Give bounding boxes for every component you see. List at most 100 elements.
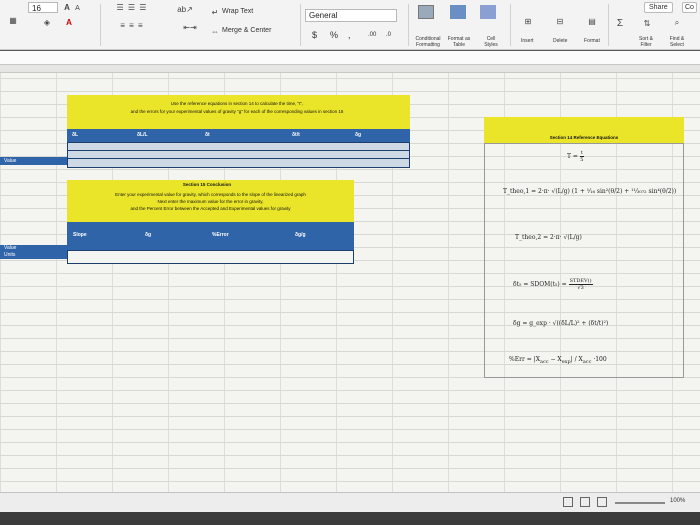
bottom-table-column-header-row: Slope δg %Error δg/g bbox=[67, 222, 354, 250]
status-bar: 100% bbox=[0, 492, 700, 512]
merge-icon: ⇔ bbox=[211, 26, 219, 36]
equation-period: T = t5 bbox=[567, 150, 584, 163]
cell-styles-icon[interactable] bbox=[480, 5, 496, 19]
reference-panel-title: Section 14 Reference Equations bbox=[549, 135, 619, 140]
table-row[interactable] bbox=[68, 143, 409, 151]
column-header: δL bbox=[72, 132, 79, 138]
find-select-icon[interactable]: ⌕ bbox=[670, 17, 684, 29]
number-format-dropdown[interactable]: General bbox=[305, 9, 397, 22]
format-button[interactable]: Format bbox=[584, 38, 600, 44]
top-table-data-area bbox=[67, 142, 410, 168]
equation-percent-error-lhs: %Err = bbox=[509, 356, 532, 363]
orientation-icon[interactable]: ab↗ bbox=[177, 4, 193, 14]
equation-sdom: δt₅ = SDOM(t₅) = STDEV() √3 bbox=[513, 278, 593, 291]
column-header: δt bbox=[205, 132, 210, 138]
comments-button[interactable]: Co bbox=[682, 2, 697, 13]
top-table-title-line1: Use the reference equations in section 1… bbox=[170, 101, 304, 106]
fill-color-icon[interactable]: ◈ bbox=[40, 16, 54, 28]
equation-percent-error-tail: ·100 bbox=[593, 356, 607, 363]
equation-period-num: t bbox=[579, 150, 584, 157]
section-15-title: Section 15 Conclusion bbox=[182, 182, 232, 187]
column-header: δg bbox=[145, 232, 152, 238]
side-label-units: Units bbox=[4, 252, 16, 258]
format-as-table-button[interactable]: Format as Table bbox=[445, 36, 473, 48]
top-table-title-line2: and the errors for your experimental val… bbox=[130, 109, 344, 114]
sheet-tabs-bar bbox=[0, 512, 700, 525]
zoom-level[interactable]: 100% bbox=[670, 498, 685, 504]
equation-dg: δg = g_exp · √((δL/L)² + (δt/t)²) bbox=[513, 320, 609, 327]
format-cells-icon[interactable]: ▤ bbox=[584, 14, 600, 28]
equation-sdom-num: STDEV() bbox=[568, 278, 593, 285]
grow-font-button[interactable]: A bbox=[62, 2, 72, 13]
delete-button[interactable]: Delete bbox=[553, 38, 567, 44]
column-header: %Error bbox=[212, 232, 229, 238]
side-label-value: Value bbox=[4, 158, 17, 164]
page-break-icon[interactable] bbox=[597, 497, 607, 507]
format-as-table-icon[interactable] bbox=[450, 5, 466, 19]
page-layout-icon[interactable] bbox=[580, 497, 590, 507]
equation-theoretical-2: T_theo,2 = 2·π· √(L/g) bbox=[515, 234, 582, 241]
cell-styles-button[interactable]: Cell Styles bbox=[480, 36, 502, 48]
column-header: δt/t bbox=[292, 132, 300, 138]
table-row[interactable] bbox=[68, 159, 409, 167]
comma-button[interactable]: , bbox=[348, 30, 351, 40]
equation-theoretical-2-lhs: T_theo,2 = 2·π· bbox=[515, 234, 562, 241]
top-table-header: Use the reference equations in section 1… bbox=[67, 95, 410, 129]
ribbon-separator bbox=[608, 4, 609, 46]
equation-period-den: 5 bbox=[580, 157, 584, 163]
ribbon-separator bbox=[408, 4, 409, 46]
merge-center-button[interactable]: Merge & Center bbox=[222, 27, 271, 34]
zoom-slider[interactable] bbox=[615, 502, 665, 504]
delete-icon[interactable]: ⊟ bbox=[552, 14, 568, 28]
find-select-button[interactable]: Find & Select bbox=[666, 36, 688, 48]
font-color-icon[interactable]: A bbox=[62, 16, 76, 28]
normal-view-icon[interactable] bbox=[563, 497, 573, 507]
top-side-label: Value bbox=[0, 157, 67, 165]
align-top-icons[interactable]: ☰ ☰ ☰ bbox=[112, 2, 152, 12]
equation-theoretical-1-lhs: T_theo,1 = 2·π· bbox=[503, 188, 550, 195]
insert-icon[interactable]: ⊞ bbox=[520, 14, 536, 28]
borders-icon[interactable]: ▦ bbox=[6, 14, 20, 26]
conditional-formatting-button[interactable]: Conditional Formatting bbox=[412, 36, 444, 48]
bottom-table-data-area[interactable] bbox=[67, 250, 354, 264]
sort-filter-button[interactable]: Sort & Filter bbox=[636, 36, 656, 48]
ribbon-separator bbox=[300, 4, 301, 46]
column-header: δL/L bbox=[137, 132, 148, 138]
equation-sdom-lhs: δt₅ = SDOM(t₅) = bbox=[513, 281, 567, 288]
conclusion-text-1: Enter your experimental value for gravit… bbox=[115, 192, 306, 197]
ribbon-separator bbox=[100, 4, 101, 46]
bottom-table-header: Section 15 Conclusion Enter your experim… bbox=[67, 180, 354, 222]
ribbon: 16 A A ▦ ◈ A ☰ ☰ ☰ ≡ ≡ ≡ ab↗ ⇤⇥ ↵ Wrap T… bbox=[0, 0, 700, 50]
conditional-formatting-icon[interactable] bbox=[418, 5, 434, 19]
column-headers bbox=[0, 65, 700, 73]
side-label-value: Value bbox=[4, 245, 17, 251]
column-header: δg/g bbox=[295, 232, 306, 238]
font-size-box[interactable]: 16 bbox=[28, 2, 58, 13]
conclusion-text-2: Next enter the maximum value for the err… bbox=[157, 199, 264, 204]
formula-bar[interactable] bbox=[0, 51, 700, 65]
ribbon-separator bbox=[510, 4, 511, 46]
wrap-text-button[interactable]: Wrap Text bbox=[222, 8, 253, 15]
equation-sdom-den: √3 bbox=[577, 285, 584, 291]
wrap-text-icon: ↵ bbox=[211, 7, 219, 17]
currency-button[interactable]: $ bbox=[312, 30, 317, 40]
decrease-decimal-button[interactable]: .0 bbox=[386, 32, 391, 38]
percent-button[interactable]: % bbox=[330, 30, 338, 40]
autosum-icon[interactable]: Σ bbox=[614, 17, 626, 29]
insert-button[interactable]: Insert bbox=[521, 38, 534, 44]
indent-icons[interactable]: ⇤⇥ bbox=[178, 22, 202, 32]
align-horizontal-icons[interactable]: ≡ ≡ ≡ bbox=[112, 20, 152, 30]
table-row[interactable] bbox=[68, 151, 409, 159]
equation-theoretical-1: T_theo,1 = 2·π· √(L/g) (1 + ¹⁄₁₆ sin²(θ/… bbox=[503, 188, 677, 195]
equation-percent-error: %Err = |Xacc − Xexp| / Xacc ·100 bbox=[509, 356, 607, 366]
sort-filter-icon[interactable]: ⇅ bbox=[640, 17, 654, 29]
top-table-column-header-row: δL δL/L δt δt/t δg bbox=[67, 129, 410, 142]
share-button[interactable]: Share bbox=[644, 2, 673, 13]
bottom-side-labels: Value Units bbox=[0, 245, 67, 259]
increase-decimal-button[interactable]: .00 bbox=[368, 32, 376, 38]
shrink-font-button[interactable]: A bbox=[73, 3, 82, 13]
column-header: Slope bbox=[73, 232, 87, 238]
equation-dg-lhs: δg = g_exp · bbox=[513, 320, 551, 327]
column-header: δg bbox=[355, 132, 362, 138]
conclusion-text-3: and the Percent Error between the Accept… bbox=[130, 206, 291, 211]
